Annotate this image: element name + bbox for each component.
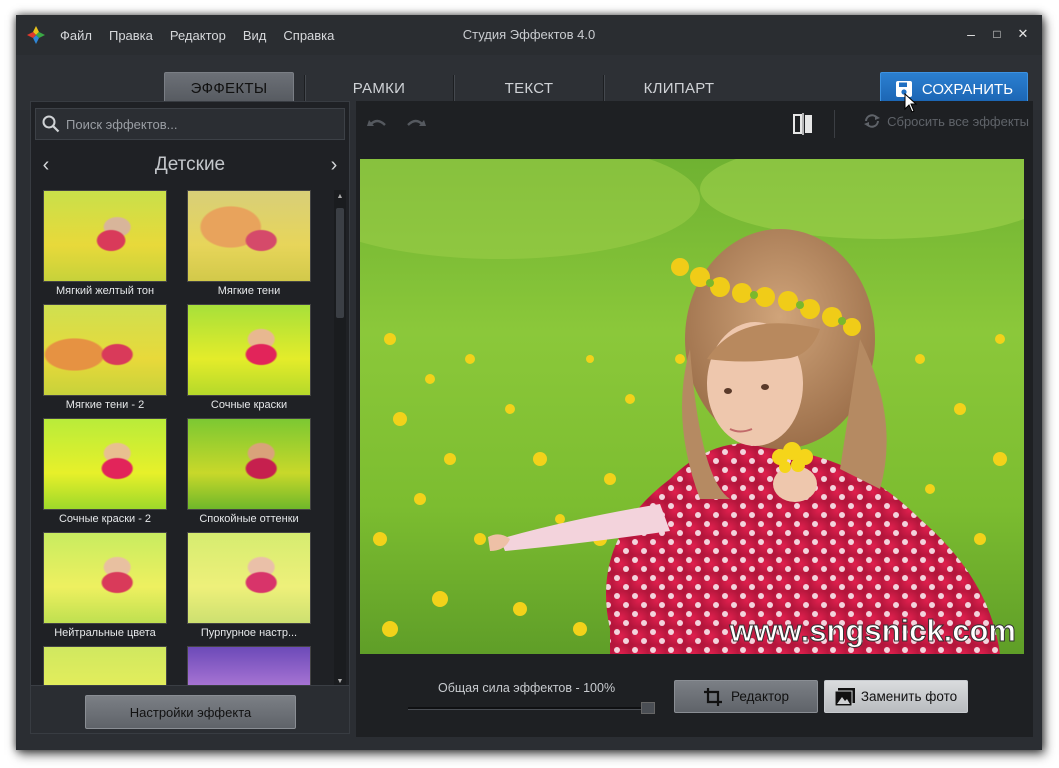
app-logo-icon — [27, 26, 45, 44]
replace-photo-button[interactable]: Заменить фото — [824, 680, 968, 713]
menu-editor[interactable]: Редактор — [170, 28, 226, 43]
save-button-label: СОХРАНИТЬ — [921, 80, 1014, 98]
effect-label: Сочные краски — [210, 399, 288, 411]
minimize-button[interactable]: – — [960, 23, 982, 45]
effect-thumbnail[interactable]: Мягкий желтый тон — [43, 190, 167, 297]
watermark-text: www.sngsnick.com — [728, 613, 1016, 648]
reset-effects-button[interactable]: Сбросить все эффекты — [863, 113, 1029, 129]
category-prev-button[interactable]: ‹ — [31, 146, 61, 184]
close-button[interactable]: ✕ — [1012, 23, 1034, 45]
crop-icon — [703, 687, 722, 706]
effect-preview — [43, 190, 167, 282]
menu-view[interactable]: Вид — [243, 28, 267, 43]
effect-thumbnail[interactable] — [187, 646, 311, 687]
effect-label: Спокойные оттенки — [199, 513, 299, 525]
photo-preview[interactable]: www.sngsnick.com — [360, 159, 1024, 654]
effect-preview — [43, 304, 167, 396]
scroll-up-arrow-icon[interactable]: ▲ — [334, 190, 346, 202]
photo-icon — [834, 687, 855, 706]
tab-divider — [453, 75, 455, 103]
effect-label: Нейтральные цвета — [54, 627, 156, 639]
mouse-cursor-icon — [904, 93, 918, 113]
effect-preview — [187, 190, 311, 282]
preview-toolbar: Сбросить все эффекты — [356, 101, 1033, 147]
effect-preview — [43, 532, 167, 624]
effect-preview — [187, 532, 311, 624]
effect-thumbnail[interactable] — [43, 646, 167, 687]
search-icon — [36, 109, 66, 139]
effect-label: Пурпурное настр... — [200, 627, 298, 639]
search-box — [35, 108, 345, 140]
effect-thumbnail[interactable]: Мягкие тени — [187, 190, 311, 297]
replace-photo-label: Заменить фото — [860, 689, 958, 704]
effect-settings-button[interactable]: Настройки эффекта — [85, 695, 296, 729]
effect-preview — [43, 418, 167, 510]
editor-button[interactable]: Редактор — [674, 680, 818, 713]
effect-preview — [43, 646, 167, 687]
category-selector: ‹ Детские › — [31, 146, 349, 184]
undo-icon[interactable] — [364, 111, 390, 137]
effect-preview — [187, 418, 311, 510]
effects-scrollbar[interactable]: ▲ ▼ — [334, 190, 346, 687]
title-bar: Файл Правка Редактор Вид Справка Студия … — [16, 15, 1042, 55]
effect-preview — [187, 646, 311, 687]
preview-area: Сбросить все эффекты www.sngsnick.com Об… — [356, 101, 1033, 737]
effects-panel-footer: Настройки эффекта — [31, 685, 349, 733]
category-next-button[interactable]: › — [319, 146, 349, 184]
effect-label: Сочные краски - 2 — [58, 513, 152, 525]
effect-thumbnail[interactable]: Спокойные оттенки — [187, 418, 311, 525]
preview-bottom-bar: Общая сила эффектов - 100% Редактор Заме… — [356, 665, 1033, 737]
menu-file[interactable]: Файл — [60, 28, 92, 43]
effect-thumbnail[interactable]: Пурпурное настр... — [187, 532, 311, 639]
effect-thumbnail[interactable]: Сочные краски - 2 — [43, 418, 167, 525]
effect-thumbnail[interactable]: Мягкие тени - 2 — [43, 304, 167, 411]
photo-image: www.sngsnick.com — [360, 159, 1024, 654]
compare-icon[interactable] — [790, 111, 816, 137]
effect-label: Мягкие тени — [217, 285, 281, 297]
toolbar-divider — [834, 110, 835, 138]
effect-strength-handle[interactable] — [641, 702, 655, 714]
effect-strength-label: Общая сила эффектов - 100% — [438, 681, 616, 695]
effect-thumbnail[interactable]: Сочные краски — [187, 304, 311, 411]
effect-thumbnail[interactable]: Нейтральные цвета — [43, 532, 167, 639]
category-title: Детские — [154, 154, 226, 175]
effects-grid: Мягкий желтый тон Мягкие тени Мягкие тен… — [31, 190, 331, 687]
reset-effects-label: Сбросить все эффекты — [887, 113, 1029, 129]
maximize-button[interactable]: □ — [986, 23, 1008, 45]
refresh-icon — [864, 114, 881, 128]
window-controls: – □ ✕ — [960, 23, 1034, 45]
effect-preview — [187, 304, 311, 396]
tab-divider — [603, 75, 605, 103]
redo-icon[interactable] — [403, 111, 429, 137]
editor-button-label: Редактор — [730, 689, 790, 704]
menu-help[interactable]: Справка — [283, 28, 334, 43]
effect-label: Мягкий желтый тон — [55, 285, 155, 297]
search-input[interactable] — [66, 116, 326, 132]
scroll-thumb[interactable] — [336, 208, 344, 318]
tab-divider — [304, 75, 306, 103]
menu-edit[interactable]: Правка — [109, 28, 153, 43]
effect-label: Мягкие тени - 2 — [65, 399, 145, 411]
effect-strength-slider[interactable] — [408, 707, 644, 710]
effects-panel: ‹ Детские › Мягкий желтый тон Мягкие тен… — [30, 101, 350, 734]
menu-bar: Файл Правка Редактор Вид Справка — [60, 15, 351, 55]
app-window: Файл Правка Редактор Вид Справка Студия … — [16, 15, 1042, 750]
